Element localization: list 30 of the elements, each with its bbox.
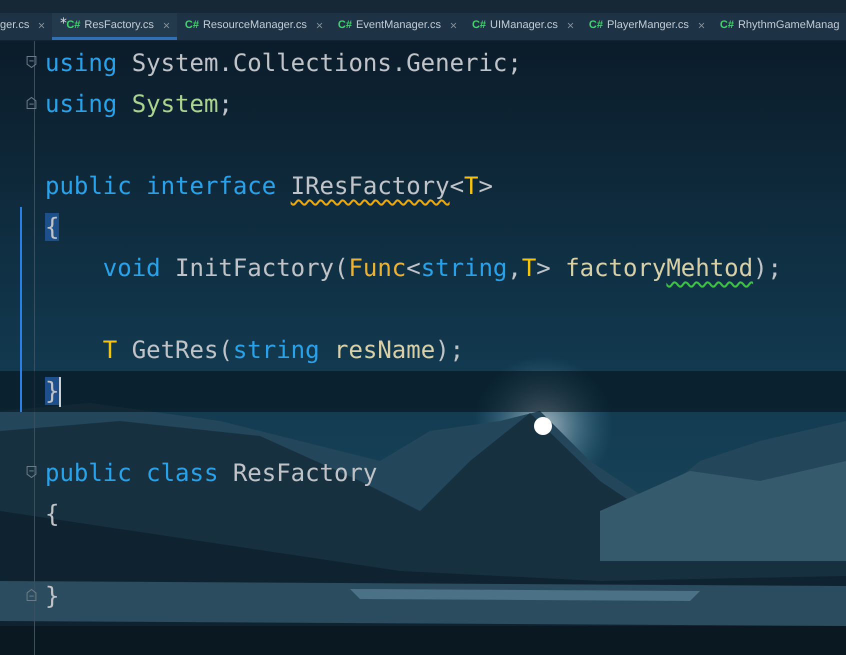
editor-tab[interactable]: C# ResourceManager.cs [176,13,330,40]
close-icon[interactable] [566,22,574,28]
editor-tab[interactable]: C# PlayerManger.cs [580,13,712,40]
editor-tab[interactable]: ger.cs [0,13,52,40]
file-type-label: C# [184,19,199,31]
file-type-label: C# [338,19,352,31]
editor-tab[interactable]: C# UIManager.cs [464,13,581,40]
code-line: T GetRes(string resName); [102,335,464,366]
file-type-label: C# [66,19,80,31]
code-line: using System; [45,89,233,120]
file-type-label: C# [472,19,486,31]
code-line: { [45,499,60,530]
editor-tab[interactable]: C# RhythmGameManag [712,13,846,40]
code-line: public interface IResFactory<T> [45,171,493,202]
code-line: void InitFactory(Func<string,T> factoryMehtod); [102,253,782,284]
code-line: using System.Collections.Generic; [45,48,522,79]
fold-icon[interactable] [26,465,37,479]
fold-icon[interactable] [26,96,37,110]
fold-icon[interactable] [26,55,37,69]
editor-tab[interactable]: C# ResFactory.cs [52,13,177,40]
code-line: public class ResFactory [45,458,378,489]
close-icon[interactable] [698,22,705,28]
code-line: } [45,581,60,612]
close-icon[interactable] [450,22,457,28]
close-icon[interactable] [38,22,46,28]
close-icon[interactable] [316,22,323,28]
file-type-label: C# [720,19,734,31]
editor-tab[interactable]: C# EventManager.cs [330,13,464,40]
close-icon[interactable] [162,22,170,28]
file-type-label: C# [588,19,603,31]
